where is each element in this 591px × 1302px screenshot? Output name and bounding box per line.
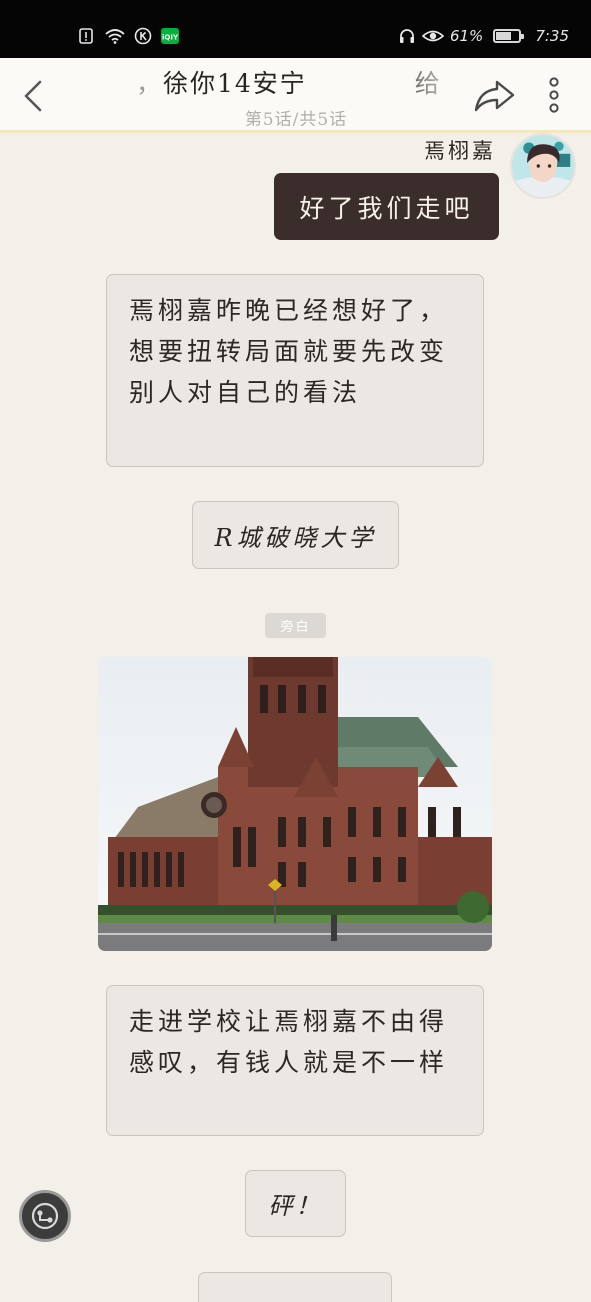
more-vertical-icon: [549, 77, 559, 113]
next-message-partial: [198, 1272, 392, 1302]
back-button[interactable]: [16, 76, 52, 116]
more-button[interactable]: [542, 74, 566, 116]
narration-box: 焉栩嘉昨晚已经想好了，想要扭转局面就要先改变别人对自己的看法: [106, 274, 484, 467]
header: ，徐你14安宁 给 第5话/共5话: [0, 58, 591, 133]
episode-title: ，徐你14安宁 给: [136, 69, 442, 98]
status-bar-right: 61% 7:35: [398, 27, 569, 45]
battery-level: [496, 32, 511, 40]
share-button[interactable]: [472, 76, 516, 114]
sound-effect-caption: 砰！: [245, 1170, 346, 1237]
back-arrow-icon: [24, 80, 42, 112]
battery-percent: 61%: [449, 27, 484, 45]
wifi-icon: [104, 27, 126, 45]
status-bar: iQIY 61% 7:35: [0, 0, 591, 58]
status-bar-left: iQIY: [78, 27, 180, 45]
svg-text:iQIY: iQIY: [162, 34, 179, 42]
character-dialog: 好了我们走吧: [274, 173, 499, 240]
speaker-avatar[interactable]: [510, 133, 576, 199]
alert-icon: [78, 27, 96, 45]
narration-tag: 旁白: [265, 613, 326, 638]
story-chat[interactable]: 焉栩嘉 好了我们走吧 焉栩嘉昨晚已经想好了，想要扭转局面就要先改变别人对自己的看…: [0, 133, 591, 1302]
location-caption: R城破晓大学: [192, 501, 399, 569]
episode-counter: 第5话/共5话: [244, 110, 348, 126]
scene-image[interactable]: [98, 657, 492, 951]
k-app-icon: [134, 27, 152, 45]
narration-box: 走进学校让焉栩嘉不由得感叹，有钱人就是不一样: [106, 985, 484, 1136]
title-area: ，徐你14安宁 给 第5话/共5话: [136, 64, 456, 126]
floating-menu-button[interactable]: [19, 1190, 71, 1242]
eye-icon: [421, 27, 444, 45]
headphones-icon: [398, 27, 416, 45]
branch-icon: [31, 1202, 59, 1230]
battery-icon: [493, 29, 525, 43]
speaker-name: 焉栩嘉: [424, 139, 496, 163]
share-arrow-icon: [474, 80, 515, 112]
iqiyi-app-icon: iQIY: [160, 27, 180, 45]
clock: 7:35: [535, 27, 569, 45]
